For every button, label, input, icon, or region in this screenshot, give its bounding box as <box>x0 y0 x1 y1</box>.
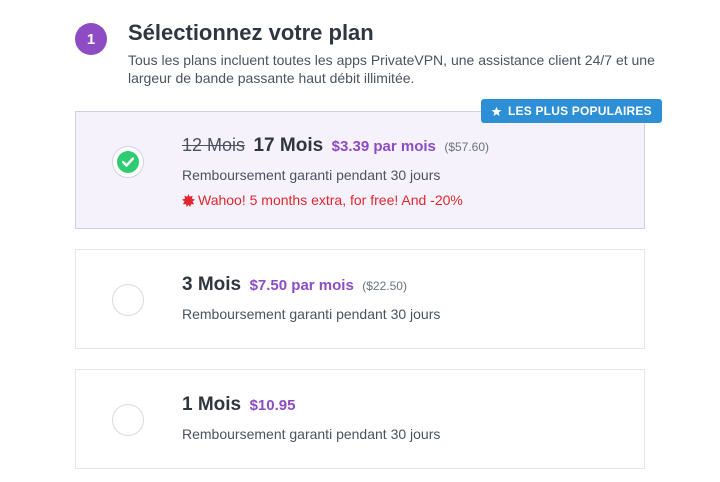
plan-radio-selected[interactable] <box>112 146 144 178</box>
plan-price: $7.50 par mois <box>249 277 354 294</box>
plan-total: ($57.60) <box>444 140 490 154</box>
plan-guarantee: Remboursement garanti pendant 30 jours <box>182 167 441 183</box>
step-number: 1 <box>86 30 96 48</box>
star-icon <box>491 106 502 117</box>
plan-duration: 17 Mois <box>253 135 324 156</box>
most-popular-badge: LES PLUS POPULAIRES <box>481 99 662 123</box>
plan-option-17-months[interactable]: 12 Mois 17 Mois $3.39 par mois ($57.60) … <box>75 111 645 229</box>
plan-total: ($22.50) <box>362 279 407 293</box>
plan-price: $3.39 par mois <box>331 138 436 155</box>
plan-guarantee: Remboursement garanti pendant 30 jours <box>182 426 441 442</box>
plan-promo: Wahoo! 5 months extra, for free! And -20… <box>182 191 489 209</box>
plan-headline: 12 Mois 17 Mois $3.39 par mois ($57.60) <box>182 132 489 160</box>
starburst-icon <box>182 193 195 207</box>
plan-headline: 3 Mois $7.50 par mois ($22.50) <box>182 272 440 299</box>
plan-price: $10.95 <box>249 397 296 414</box>
plan-radio[interactable] <box>112 284 144 316</box>
page-title: Sélectionnez votre plan <box>128 20 374 45</box>
step-number-badge: 1 <box>75 23 107 55</box>
plan-headline: 1 Mois $10.95 <box>182 392 440 419</box>
plan-radio[interactable] <box>112 404 144 436</box>
plan-details: 12 Mois 17 Mois $3.39 par mois ($57.60) … <box>182 132 489 209</box>
plan-guarantee: Remboursement garanti pendant 30 jours <box>182 306 441 322</box>
promo-text: Wahoo! 5 months extra, for free! And -20… <box>198 192 463 208</box>
page-subtitle: Tous les plans incluent toutes les apps … <box>128 52 655 86</box>
badge-label: LES PLUS POPULAIRES <box>508 104 652 118</box>
plan-details: 1 Mois $10.95 Remboursement garanti pend… <box>182 392 440 443</box>
checkmark-icon <box>117 151 139 173</box>
old-duration: 12 Mois <box>182 135 246 155</box>
plan-duration: 3 Mois <box>182 274 242 295</box>
plan-option-3-months[interactable]: 3 Mois $7.50 par mois ($22.50) Rembourse… <box>75 249 645 349</box>
plan-details: 3 Mois $7.50 par mois ($22.50) Rembourse… <box>182 272 440 323</box>
plan-option-1-month[interactable]: 1 Mois $10.95 Remboursement garanti pend… <box>75 369 645 469</box>
plan-duration: 1 Mois <box>182 394 242 415</box>
